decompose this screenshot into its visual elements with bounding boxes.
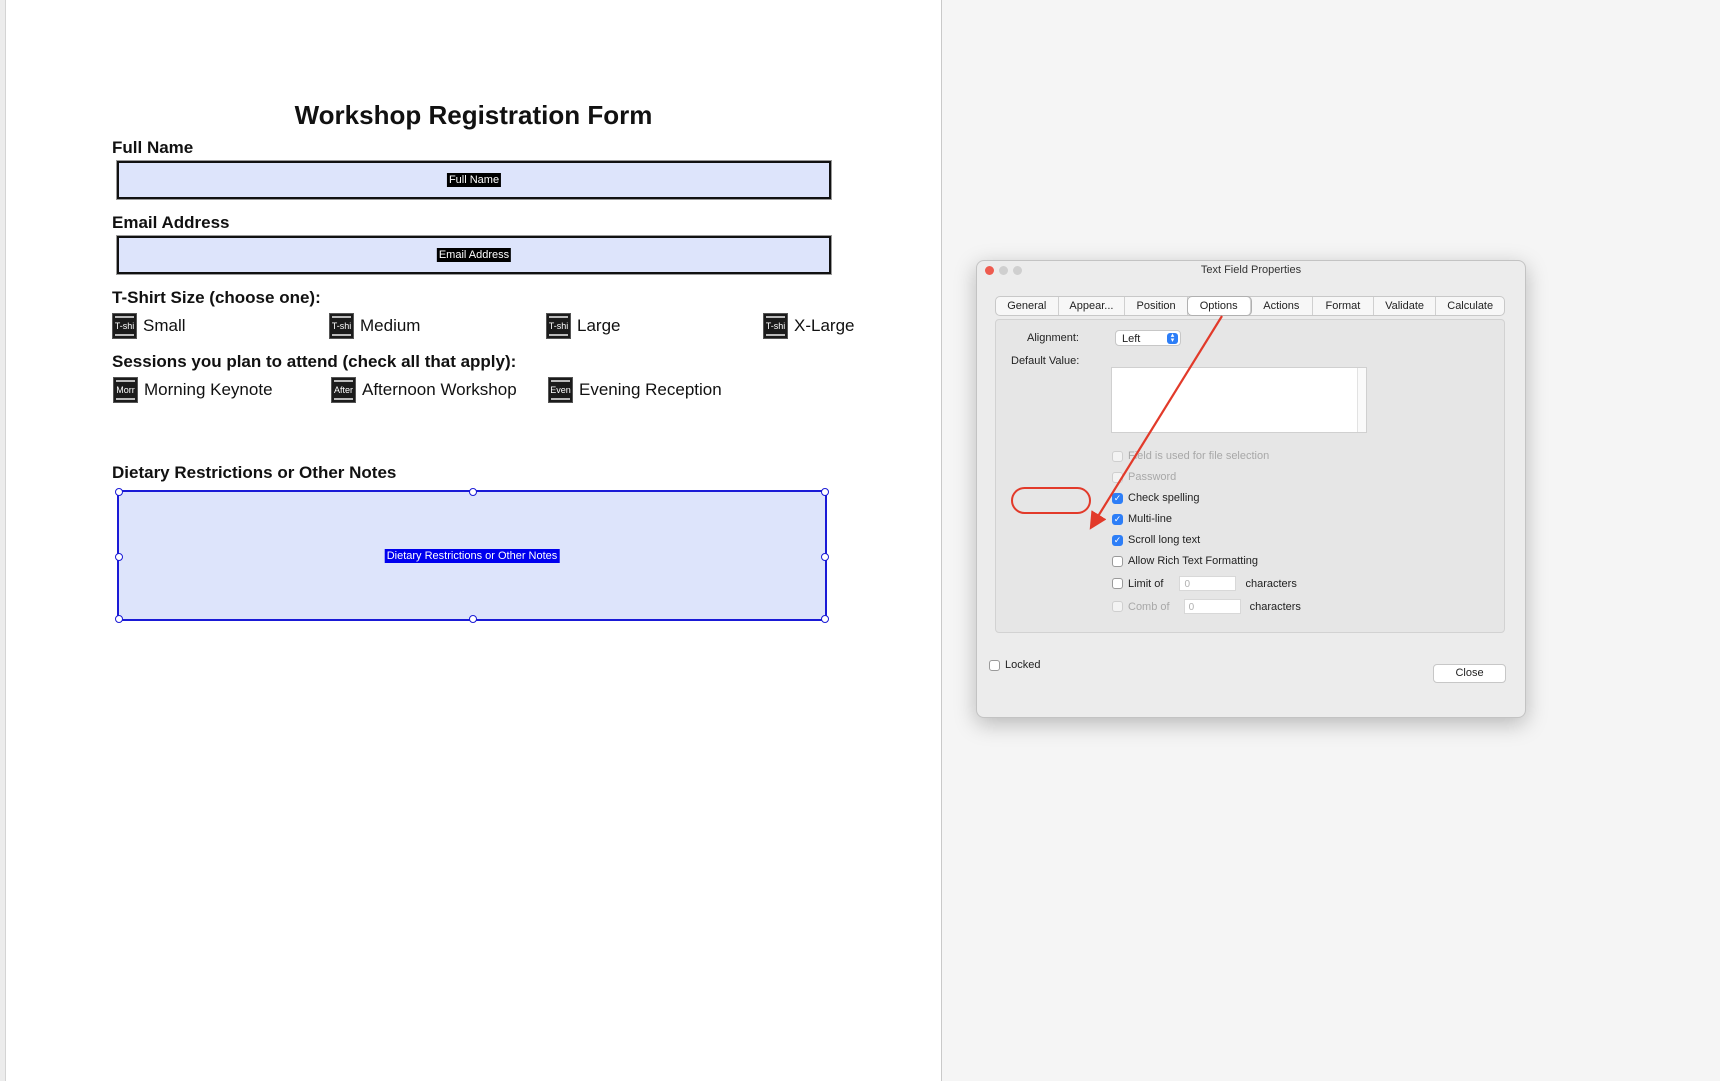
tab-format[interactable]: Format — [1313, 297, 1374, 315]
option-label: Check spelling — [1128, 492, 1200, 504]
radio-button[interactable]: T-shi — [763, 313, 788, 339]
tab-general[interactable]: General — [996, 297, 1059, 315]
comb-input: 0 — [1183, 599, 1241, 614]
tab-position[interactable]: Position — [1125, 297, 1188, 315]
locked-label: Locked — [1005, 659, 1041, 671]
checkbox[interactable] — [1112, 555, 1123, 567]
text-field-properties-dialog: Text Field Properties General Appear... … — [976, 260, 1526, 718]
dialog-title: Text Field Properties — [1200, 264, 1302, 276]
email-field-tag: Email Address — [436, 248, 512, 262]
resize-handle[interactable] — [821, 553, 829, 561]
checkbox[interactable]: After — [331, 377, 356, 403]
full-name-label: Full Name — [112, 138, 194, 157]
tshirt-option-small[interactable]: T-shi Small — [112, 313, 186, 339]
sessions-label: Sessions you plan to attend (check all t… — [112, 352, 517, 371]
comb-suffix: characters — [1249, 600, 1301, 613]
option-label: Allow Rich Text Formatting — [1128, 555, 1259, 567]
tshirt-option-large[interactable]: T-shi Large — [546, 313, 620, 339]
resize-handle[interactable] — [115, 488, 123, 496]
session-option-label: Evening Reception — [579, 380, 722, 399]
resize-handle[interactable] — [115, 615, 123, 623]
check-spelling-option[interactable]: ✓ Check spelling — [1112, 492, 1200, 504]
full-name-field-tag: Full Name — [446, 173, 502, 187]
multi-line-option[interactable]: ✓ Multi-line — [1112, 513, 1172, 525]
resize-handle[interactable] — [469, 615, 477, 623]
checkbox-checked[interactable]: ✓ — [1112, 534, 1123, 546]
resize-handle[interactable] — [821, 488, 829, 496]
pdf-page: Workshop Registration Form Full Name Ful… — [6, 0, 942, 1081]
email-label: Email Address — [112, 213, 230, 232]
checkbox-checked[interactable]: ✓ — [1112, 492, 1123, 504]
tshirt-option-label: Large — [577, 316, 621, 335]
scroll-long-text-option[interactable]: ✓ Scroll long text — [1112, 534, 1200, 546]
tab-appearance[interactable]: Appear... — [1059, 297, 1126, 315]
tab-options[interactable]: Options — [1187, 297, 1251, 315]
tab-actions[interactable]: Actions — [1251, 297, 1314, 315]
session-option-morning[interactable]: Morr Morning Keynote — [113, 377, 273, 403]
tshirt-option-medium[interactable]: T-shi Medium — [329, 313, 420, 339]
resize-handle[interactable] — [469, 488, 477, 496]
tshirt-size-label: T-Shirt Size (choose one): — [112, 288, 321, 307]
notes-field-selected[interactable]: Dietary Restrictions or Other Notes — [115, 488, 829, 623]
tab-validate[interactable]: Validate — [1374, 297, 1437, 315]
option-label: Multi-line — [1128, 513, 1173, 525]
tab-bar: General Appear... Position Options Actio… — [995, 296, 1505, 316]
checkbox[interactable]: Morr — [113, 377, 138, 403]
tab-calculate[interactable]: Calculate — [1436, 297, 1504, 315]
notes-field-tag: Dietary Restrictions or Other Notes — [384, 548, 560, 563]
select-stepper-icon: ▴ ▾ — [1167, 332, 1178, 344]
option-label: Password — [1128, 471, 1177, 483]
password-option: Password — [1112, 471, 1176, 483]
limit-input[interactable]: 0 — [1179, 576, 1237, 591]
option-label: Scroll long text — [1128, 534, 1201, 546]
dialog-titlebar: Text Field Properties — [977, 261, 1525, 280]
tshirt-option-xlarge[interactable]: T-shi X-Large — [763, 313, 854, 339]
checkbox[interactable]: Even — [548, 377, 573, 403]
alignment-select[interactable]: Left ▴ ▾ — [1115, 330, 1181, 346]
full-name-field[interactable]: Full Name — [117, 161, 831, 199]
tshirt-option-label: X-Large — [794, 316, 855, 335]
notes-label: Dietary Restrictions or Other Notes — [112, 463, 397, 482]
limit-of-option[interactable]: Limit of 0 characters — [1112, 576, 1297, 591]
alignment-label: Alignment: — [1027, 332, 1079, 344]
resize-handle[interactable] — [115, 553, 123, 561]
tshirt-option-label: Small — [143, 316, 186, 335]
locked-option[interactable]: Locked — [989, 659, 1040, 671]
limit-label: Limit of — [1128, 577, 1164, 590]
close-button[interactable]: Close — [1433, 664, 1506, 683]
session-option-label: Afternoon Workshop — [362, 380, 517, 399]
options-panel: Alignment: Left ▴ ▾ Default Value: Field … — [995, 319, 1505, 633]
tshirt-option-label: Medium — [360, 316, 421, 335]
checkbox[interactable] — [1112, 578, 1123, 589]
checkbox — [1112, 601, 1123, 612]
default-value-textarea[interactable] — [1111, 367, 1367, 433]
scrollbar[interactable] — [1357, 368, 1366, 432]
comb-label: Comb of — [1128, 600, 1170, 613]
checkbox — [1112, 450, 1123, 462]
alignment-value: Left — [1122, 333, 1141, 345]
option-label: Field is used for file selection — [1128, 450, 1270, 462]
limit-suffix: characters — [1245, 577, 1297, 590]
radio-button[interactable]: T-shi — [112, 313, 137, 339]
checkbox-checked[interactable]: ✓ — [1112, 513, 1123, 525]
file-selection-option: Field is used for file selection — [1112, 450, 1269, 462]
session-option-label: Morning Keynote — [144, 380, 273, 399]
form-title: Workshop Registration Form — [294, 100, 653, 130]
session-option-evening[interactable]: Even Evening Reception — [548, 377, 722, 403]
checkbox — [1112, 471, 1123, 483]
rich-text-option[interactable]: Allow Rich Text Formatting — [1112, 555, 1258, 567]
resize-handle[interactable] — [821, 615, 829, 623]
session-option-afternoon[interactable]: After Afternoon Workshop — [331, 377, 517, 403]
radio-button[interactable]: T-shi — [546, 313, 571, 339]
checkbox[interactable] — [989, 659, 1000, 671]
default-value-label: Default Value: — [1011, 355, 1080, 367]
radio-button[interactable]: T-shi — [329, 313, 354, 339]
email-field[interactable]: Email Address — [117, 236, 831, 274]
comb-of-option: Comb of 0 characters — [1112, 599, 1301, 614]
